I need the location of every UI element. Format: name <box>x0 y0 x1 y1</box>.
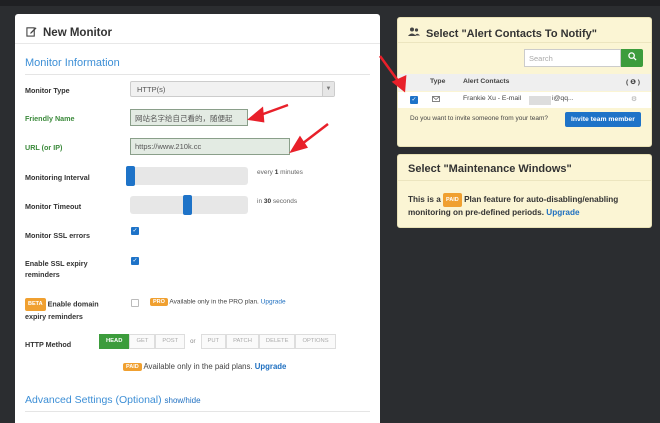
arrow-head <box>289 135 308 154</box>
arrow-head <box>247 106 265 123</box>
annotation-arrows <box>247 55 407 154</box>
